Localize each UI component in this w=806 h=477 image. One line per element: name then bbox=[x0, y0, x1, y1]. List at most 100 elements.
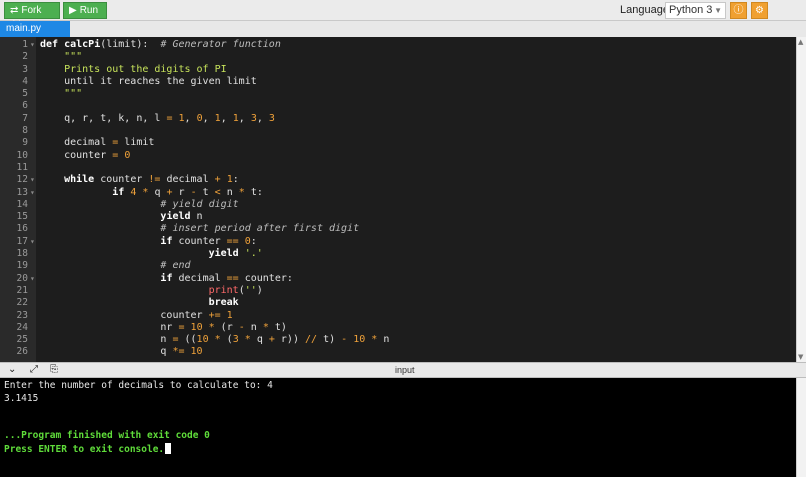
top-toolbar: ⇄Fork this ▶Run Language Python 3 ▼ ⓘ ⚙ bbox=[0, 0, 806, 31]
run-button[interactable]: ▶ Run bbox=[63, 2, 107, 19]
line-number: 6 bbox=[22, 100, 28, 112]
code-line[interactable]: 3 Prints out the digits of PI bbox=[0, 64, 795, 76]
code-text: """ bbox=[40, 88, 83, 100]
fold-arrow-icon[interactable]: ▾ bbox=[30, 187, 35, 199]
fold-arrow-icon[interactable]: ▾ bbox=[30, 39, 35, 51]
code-text: if counter == 0: bbox=[160, 235, 257, 247]
language-label: Language bbox=[620, 4, 669, 16]
code-text: def calcPi(limit): # Generator function bbox=[40, 39, 281, 50]
fold-arrow-icon[interactable]: ▾ bbox=[30, 174, 35, 186]
settings-button[interactable]: ⚙ bbox=[751, 2, 768, 19]
expand-icon[interactable]: ⤢ bbox=[30, 364, 38, 375]
line-number: 3 bbox=[22, 63, 28, 75]
line-number: 26 bbox=[16, 346, 28, 358]
code-line[interactable]: 4 until it reaches the given limit bbox=[0, 76, 795, 88]
fold-arrow-icon[interactable]: ▾ bbox=[30, 273, 35, 285]
clipboard-icon[interactable]: ⎘ bbox=[50, 364, 58, 375]
code-line[interactable]: 1 ▾ def calcPi(limit): # Generator functio… bbox=[0, 39, 795, 51]
code-line[interactable]: 9 decimal = limit bbox=[0, 137, 795, 149]
line-number: 21 bbox=[16, 284, 28, 296]
line-number: 5 bbox=[22, 88, 28, 100]
line-number: 17 bbox=[16, 235, 28, 247]
code-line[interactable]: 2 """ bbox=[0, 51, 795, 63]
line-number: 2 bbox=[22, 51, 28, 63]
chevron-down-icon[interactable]: ⌄ bbox=[8, 364, 16, 375]
code-line[interactable]: 11 bbox=[0, 162, 795, 174]
code-text: decimal = limit bbox=[40, 137, 155, 149]
code-line[interactable]: 14 # yield digit bbox=[0, 199, 795, 211]
line-number: 22 bbox=[16, 297, 28, 309]
line-number: 24 bbox=[16, 321, 28, 333]
code-line[interactable]: 25 n = ((10 * (3 * q + r)) // t) - 10 * … bbox=[0, 334, 795, 346]
code-text: q, r, t, k, n, l = 1, 0, 1, 1, 3, 3 bbox=[40, 112, 275, 124]
line-number: 19 bbox=[16, 260, 28, 272]
code-text: while counter != decimal + 1: bbox=[64, 174, 239, 186]
code-text: nr = 10 * (r - n * t) bbox=[40, 321, 287, 333]
code-text: counter = 0 bbox=[40, 149, 131, 161]
fork-button[interactable]: ⇄Fork this bbox=[4, 2, 60, 31]
code-line[interactable]: 16 # insert period after first digit bbox=[0, 223, 795, 235]
code-line[interactable]: 5 """ bbox=[0, 88, 795, 100]
line-number: 25 bbox=[16, 334, 28, 346]
code-text: # yield digit bbox=[160, 198, 239, 210]
console-text: Press ENTER to exit console. bbox=[4, 443, 165, 455]
tab-main-py[interactable]: main.py bbox=[0, 21, 70, 37]
code-text: until it reaches the given limit bbox=[40, 75, 257, 87]
line-number: 4 bbox=[22, 75, 28, 87]
code-line[interactable]: 20 ▾ if decimal == counter: bbox=[0, 273, 795, 285]
text-cursor bbox=[165, 442, 172, 454]
console-line: Press ENTER to exit console. bbox=[4, 442, 172, 455]
output-console[interactable]: Enter the number of decimals to calculat… bbox=[0, 378, 806, 477]
line-number: 14 bbox=[16, 198, 28, 210]
code-text: # end bbox=[160, 260, 191, 272]
file-tabs: main.py bbox=[0, 21, 806, 37]
code-text: # insert period after first digit bbox=[160, 223, 360, 235]
code-text: print('') bbox=[208, 284, 263, 296]
code-text: yield '.' bbox=[208, 248, 263, 260]
line-number: 15 bbox=[16, 211, 28, 223]
code-text: if 4 * q + r - t < n * t: bbox=[112, 186, 263, 198]
scroll-down-icon[interactable]: ▼ bbox=[798, 353, 803, 361]
code-line[interactable]: 26 q *= 10 bbox=[0, 346, 795, 358]
play-icon: ▶ bbox=[69, 5, 77, 16]
line-number: 12 bbox=[16, 174, 28, 186]
input-label: input bbox=[395, 365, 415, 375]
language-select[interactable]: Python 3 ▼ bbox=[665, 2, 726, 19]
code-lines[interactable]: 1 ▾ def calcPi(limit): # Generator functio… bbox=[0, 39, 795, 359]
input-bar: ⌄ ⤢ ⎘ input bbox=[0, 362, 806, 378]
code-line[interactable]: 23 counter += 1 bbox=[0, 310, 795, 322]
console-line: ...Program finished with exit code 0 bbox=[4, 430, 210, 441]
code-line[interactable]: 7 q, r, t, k, n, l = 1, 0, 1, 1, 3, 3 bbox=[0, 113, 795, 125]
line-number: 13 bbox=[16, 186, 28, 198]
code-text: break bbox=[208, 297, 239, 309]
editor-scrollbar[interactable]: ▲ ▼ bbox=[796, 37, 806, 362]
line-number: 11 bbox=[16, 161, 28, 173]
code-line[interactable]: 8 bbox=[0, 125, 795, 137]
gear-icon: ⚙ bbox=[755, 5, 764, 16]
code-line[interactable]: 6 bbox=[0, 100, 795, 112]
code-editor[interactable]: 1 ▾ def calcPi(limit): # Generator functio… bbox=[0, 37, 806, 362]
console-scrollbar[interactable] bbox=[796, 378, 806, 477]
code-line[interactable]: 13 ▾ if 4 * q + r - t < n * t: bbox=[0, 187, 795, 199]
console-line: 3.1415 bbox=[4, 393, 38, 404]
code-line[interactable]: 21 print('') bbox=[0, 285, 795, 297]
code-line[interactable]: 10 counter = 0 bbox=[0, 150, 795, 162]
code-line[interactable]: 22 break bbox=[0, 297, 795, 309]
console-line: Enter the number of decimals to calculat… bbox=[4, 380, 273, 391]
line-number: 1 bbox=[22, 39, 28, 50]
code-text: counter += 1 bbox=[40, 309, 233, 321]
code-line[interactable]: 12 ▾ while counter != decimal + 1: bbox=[0, 174, 795, 186]
fork-icon: ⇄ bbox=[10, 5, 19, 16]
fold-arrow-icon[interactable]: ▾ bbox=[30, 236, 35, 248]
info-button[interactable]: ⓘ bbox=[730, 2, 747, 19]
scroll-up-icon[interactable]: ▲ bbox=[798, 38, 803, 46]
line-number: 9 bbox=[22, 137, 28, 149]
line-number: 18 bbox=[16, 248, 28, 260]
code-line[interactable]: 17 ▾ if counter == 0: bbox=[0, 236, 795, 248]
code-line[interactable]: 15 yield n bbox=[0, 211, 795, 223]
console-text: 3.1415 bbox=[4, 392, 39, 404]
line-number: 23 bbox=[16, 309, 28, 321]
code-line[interactable]: 24 nr = 10 * (r - n * t) bbox=[0, 322, 795, 334]
code-line[interactable]: 18 yield '.' bbox=[0, 248, 795, 260]
code-line[interactable]: 19 # end bbox=[0, 260, 795, 272]
